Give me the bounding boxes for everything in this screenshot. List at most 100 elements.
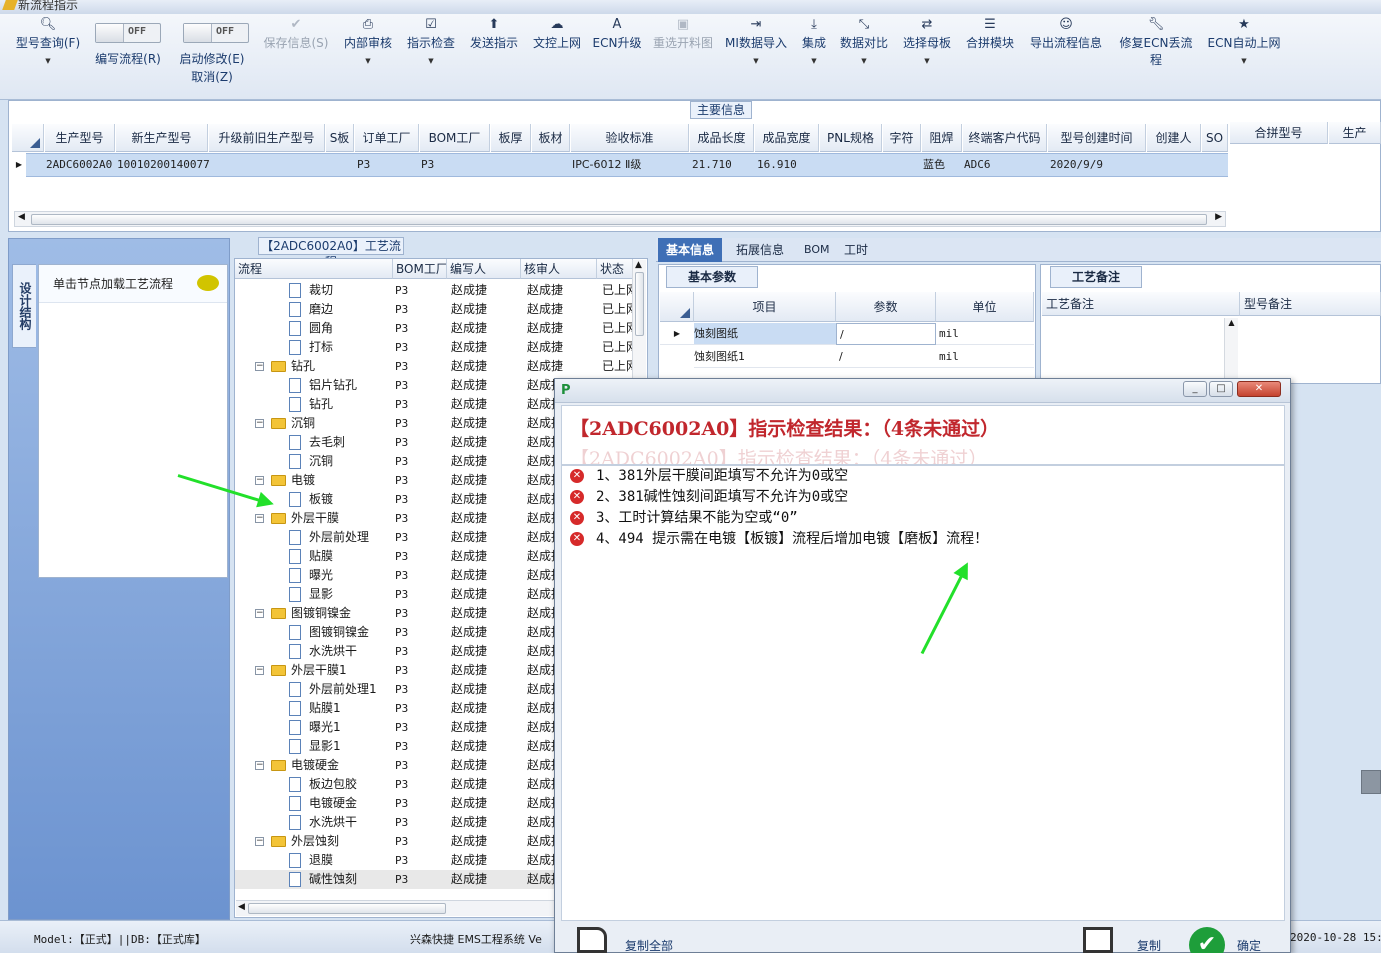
document-icon: [289, 549, 301, 564]
tree-cell-writer: 赵成捷: [451, 321, 488, 335]
params-col-header[interactable]: 参数: [836, 292, 936, 322]
maximize-button[interactable]: □: [1209, 381, 1233, 397]
collapse-icon[interactable]: −: [255, 666, 264, 675]
collapse-icon[interactable]: −: [255, 609, 264, 618]
list-item[interactable]: ✕ 3、工时计算结果不能为空或“0”: [570, 508, 798, 528]
col-header[interactable]: 验收标准: [571, 124, 689, 152]
tree-row[interactable]: − 钻孔 P3 赵成捷 赵成捷 已上网: [235, 357, 632, 376]
tree-cell-writer: 赵成捷: [451, 568, 488, 582]
collapse-icon[interactable]: −: [255, 476, 264, 485]
dialog-titlebar[interactable]: P _ □ ✕: [555, 379, 1290, 403]
remarks-col-header[interactable]: 工艺备注: [1042, 292, 1240, 316]
param-item[interactable]: 蚀刻图纸: [694, 323, 836, 345]
tree-col-header[interactable]: 核审人: [521, 259, 597, 279]
tab-basic-info[interactable]: 基本信息: [658, 238, 723, 262]
list-item[interactable]: ✕ 4、494 提示需在电镀【板镀】流程后增加电镀【磨板】流程！: [570, 529, 988, 549]
grid-corner[interactable]: [12, 124, 44, 152]
cancel-edit-label[interactable]: 取消(Z): [172, 68, 252, 85]
document-icon: [289, 625, 301, 640]
col-header[interactable]: 合拼型号: [1230, 122, 1328, 144]
load-flow-hint[interactable]: 单击节点加载工艺流程: [39, 265, 227, 303]
horizontal-scrollbar[interactable]: ◀ ▶: [14, 211, 1226, 227]
close-button[interactable]: ✕: [1237, 381, 1281, 397]
tree-node-label: 图镀铜镍金: [309, 625, 370, 639]
collapse-icon[interactable]: −: [255, 761, 264, 770]
collapse-icon[interactable]: −: [255, 362, 264, 371]
merge-module-button[interactable]: ☰ 合拼模块: [962, 16, 1018, 51]
col-header[interactable]: 板材: [532, 124, 570, 152]
remarks-col-header[interactable]: 型号备注: [1240, 292, 1381, 316]
tab-bom[interactable]: BOM: [796, 238, 838, 262]
tab-design-structure[interactable]: 设计结构: [12, 264, 36, 348]
col-header[interactable]: 阻焊: [922, 124, 962, 152]
repair-ecn-flow-button[interactable]: 🔧︎ 修复ECN丢流程: [1114, 16, 1198, 68]
internal-review-button[interactable]: ⎙ 内部审核 ▼: [340, 16, 396, 65]
ecn-auto-online-button[interactable]: ★ ECN自动上网 ▼: [1206, 16, 1282, 65]
col-header[interactable]: 板厚: [491, 124, 531, 152]
params-col-header[interactable]: 单位: [936, 292, 1034, 322]
write-flow-toggle[interactable]: OFF: [95, 23, 161, 43]
col-header[interactable]: 成品宽度: [755, 124, 819, 152]
param-value[interactable]: /: [836, 346, 936, 368]
col-header[interactable]: S板: [326, 124, 354, 152]
tree-row[interactable]: 磨边 P3 赵成捷 赵成捷 已上网: [235, 300, 632, 319]
col-header[interactable]: PNL规格: [820, 124, 882, 152]
remarks-scrollbar[interactable]: ▲: [1224, 318, 1238, 382]
doc-control-online-button[interactable]: ☁ 文控上网: [529, 16, 585, 51]
folder-icon: [271, 665, 286, 676]
tab-extended-info[interactable]: 拓展信息: [728, 238, 792, 262]
scroll-up-icon: ▲: [635, 260, 642, 270]
save-info-button[interactable]: ✔ 保存信息(S): [258, 16, 334, 51]
window-title: 新流程指示: [18, 0, 79, 12]
params-corner[interactable]: [660, 292, 694, 322]
document-icon: [289, 815, 301, 830]
tree-col-header[interactable]: 流程: [235, 259, 393, 279]
collapse-icon[interactable]: −: [255, 837, 264, 846]
minimize-button[interactable]: _: [1183, 381, 1207, 397]
tab-labor-hours[interactable]: 工时: [836, 238, 876, 262]
model-query-button[interactable]: 🔍︎ 型号查询(F) ▼: [12, 16, 84, 65]
cell-new-model: 10010200140077: [117, 158, 210, 171]
tree-row[interactable]: 打标 P3 赵成捷 赵成捷 已上网: [235, 338, 632, 357]
integrate-button[interactable]: ⤓ 集成 ▼: [798, 16, 830, 65]
ecn-upgrade-button[interactable]: A ECN升级: [592, 16, 642, 51]
col-header[interactable]: 订单工厂: [355, 124, 419, 152]
tree-col-header[interactable]: 状态: [597, 259, 633, 279]
copy-button[interactable]: 复制: [1137, 937, 1161, 953]
col-header[interactable]: 创建人: [1147, 124, 1201, 152]
col-header[interactable]: 字符: [883, 124, 921, 152]
tree-row[interactable]: 裁切 P3 赵成捷 赵成捷 已上网: [235, 281, 632, 300]
reselect-cutting-diagram-button[interactable]: ▣ 重选开料图: [648, 16, 718, 51]
ok-button[interactable]: 确定: [1237, 937, 1261, 953]
param-item[interactable]: 蚀刻图纸1: [694, 346, 836, 368]
col-header[interactable]: BOM工厂: [420, 124, 490, 152]
tree-node-label: 水洗烘干: [309, 644, 358, 658]
list-item[interactable]: ✕ 2、381碱性蚀刻间距填写不允许为0或空: [570, 487, 848, 507]
params-col-header[interactable]: 项目: [694, 292, 836, 322]
chevron-down-icon: ▼: [1241, 57, 1247, 65]
col-header[interactable]: 升级前旧生产型号: [209, 124, 325, 152]
list-item[interactable]: ✕ 1、381外层干膜间距填写不允许为0或空: [570, 466, 848, 486]
tree-row[interactable]: 圆角 P3 赵成捷 赵成捷 已上网: [235, 319, 632, 338]
collapse-icon[interactable]: −: [255, 514, 264, 523]
col-header[interactable]: 终端客户代码: [963, 124, 1047, 152]
collapse-icon[interactable]: −: [255, 419, 264, 428]
copy-all-button[interactable]: 复制全部: [625, 937, 673, 953]
send-instruction-button[interactable]: ⬆ 发送指示: [466, 16, 522, 51]
select-motherboard-button[interactable]: ⇄ 选择母板 ▼: [900, 16, 954, 65]
tree-col-header[interactable]: 编写人: [447, 259, 521, 279]
param-value-input[interactable]: /: [836, 323, 936, 345]
export-flow-info-button[interactable]: ☺ 导出流程信息: [1026, 16, 1106, 51]
col-header[interactable]: 新生产型号: [116, 124, 208, 152]
data-compare-button[interactable]: ⤡ 数据对比 ▼: [838, 16, 890, 65]
col-header[interactable]: 生产: [1329, 122, 1381, 144]
col-header[interactable]: SO: [1202, 124, 1228, 152]
col-header[interactable]: 生产型号: [45, 124, 115, 152]
panel-splitter-grip[interactable]: [1361, 770, 1381, 794]
enable-edit-toggle[interactable]: OFF: [183, 23, 249, 43]
mi-data-import-button[interactable]: ⇥ MI数据导入 ▼: [724, 16, 788, 65]
tree-col-header[interactable]: BOM工厂: [393, 259, 447, 279]
col-header[interactable]: 成品长度: [690, 124, 754, 152]
col-header[interactable]: 型号创建时间: [1048, 124, 1146, 152]
instruction-check-button[interactable]: ☑ 指示检查 ▼: [403, 16, 459, 65]
